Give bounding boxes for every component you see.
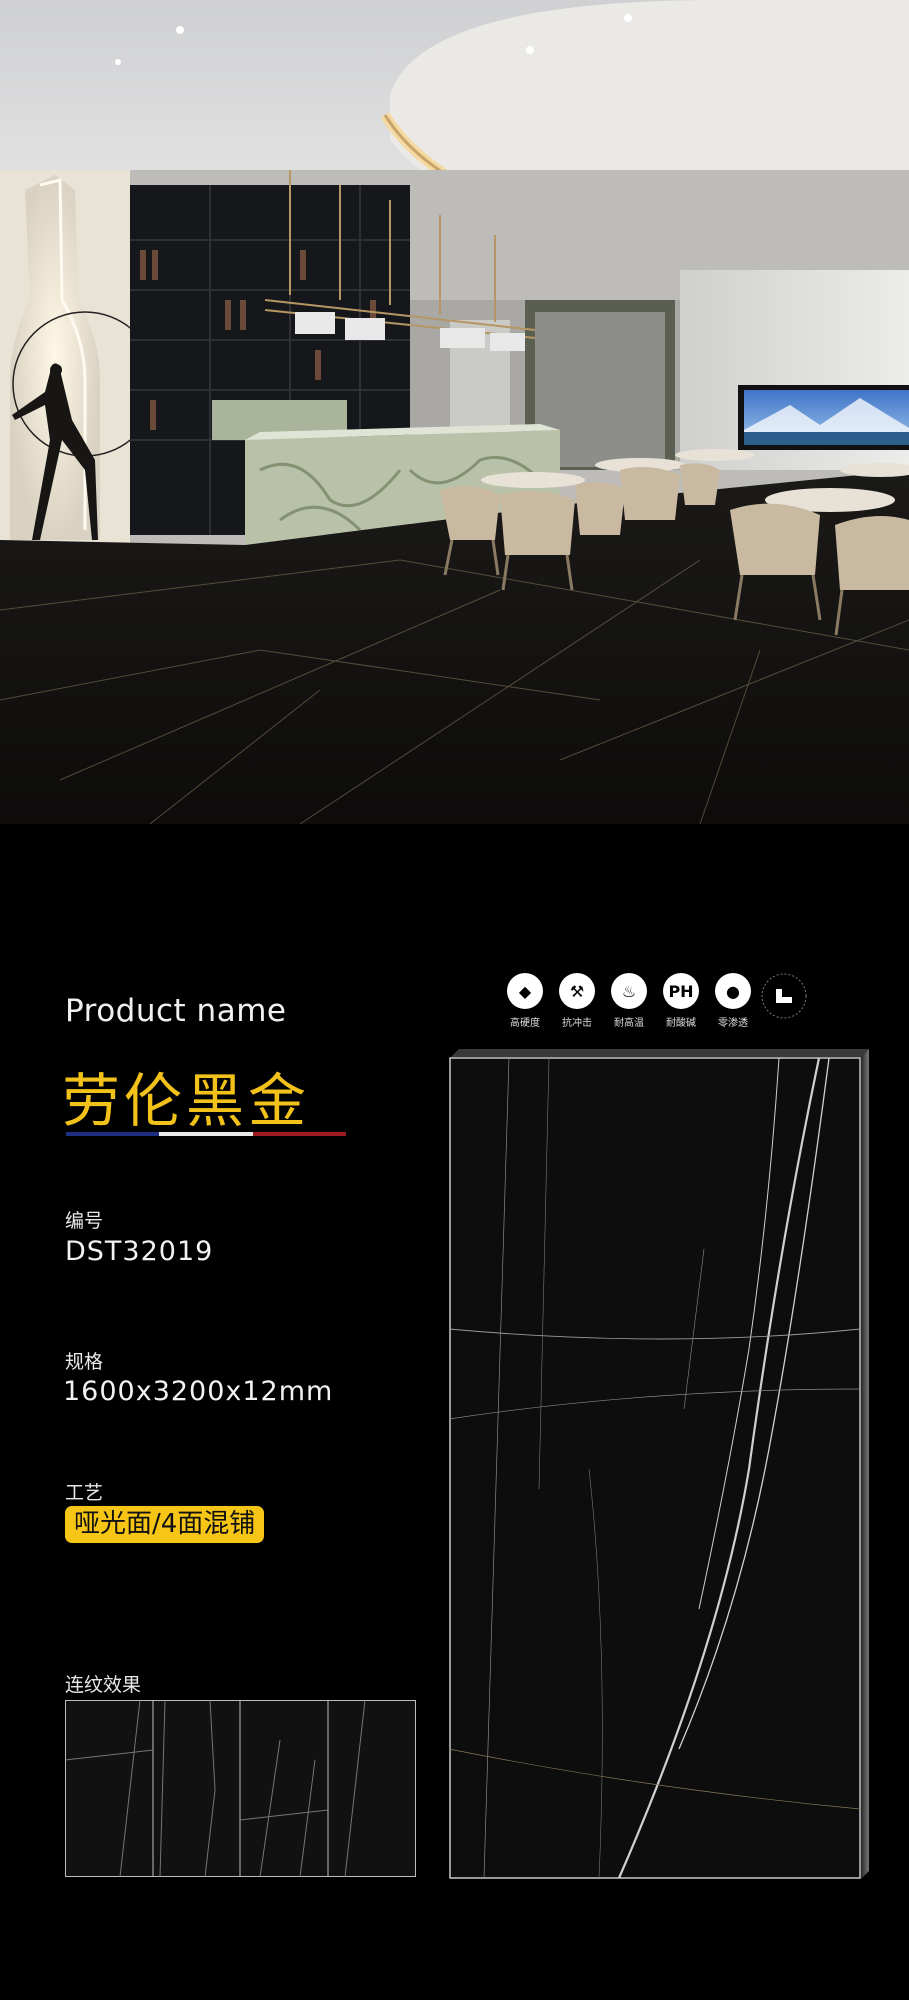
feature-icon-row: ◆ 高硬度 ⚒ 抗冲击 ♨ 耐高温 PH 耐酸碱 ● 零渗透 <box>499 973 819 1033</box>
feature-impact: ⚒ 抗冲击 <box>551 973 603 1029</box>
hammer-icon: ⚒ <box>559 973 595 1009</box>
tricolor-divider <box>66 1132 346 1136</box>
feature-caption: 抗冲击 <box>562 1018 592 1029</box>
hero-interior-render <box>0 0 909 824</box>
product-name-label: Product name <box>65 993 287 1029</box>
feature-caption: 耐酸碱 <box>666 1018 696 1029</box>
marble-slab-sample <box>449 1049 869 1879</box>
product-title: 劳伦黑金 <box>62 1067 311 1135</box>
craft-label: 工艺 <box>65 1482 104 1504</box>
water-drop-icon: ● <box>715 973 751 1009</box>
feature-caption: 零渗透 <box>718 1018 748 1029</box>
feature-caption: 高硬度 <box>510 1018 540 1029</box>
ph-icon: PH <box>663 973 699 1009</box>
code-value: DST32019 <box>65 1236 214 1267</box>
feature-water: ● 零渗透 <box>707 973 759 1029</box>
feature-heat: ♨ 耐高温 <box>603 973 655 1029</box>
feature-acid: PH 耐酸碱 <box>655 973 707 1029</box>
pattern-label: 连纹效果 <box>65 1674 142 1696</box>
divider-red <box>252 1132 346 1136</box>
feature-hardness: ◆ 高硬度 <box>499 973 551 1029</box>
divider-blue <box>66 1132 160 1136</box>
size-label: 规格 <box>65 1351 104 1373</box>
craft-badge: 哑光面/4面混铺 <box>65 1506 265 1543</box>
size-value: 1600x3200x12mm <box>63 1376 334 1407</box>
flame-icon: ♨ <box>611 973 647 1009</box>
feature-caption: 耐高温 <box>614 1018 644 1029</box>
brand-seal-icon <box>761 973 807 1019</box>
diamond-icon: ◆ <box>507 973 543 1009</box>
code-label: 编号 <box>65 1210 104 1232</box>
divider-white <box>159 1132 253 1136</box>
continuous-pattern-preview <box>65 1700 416 1877</box>
